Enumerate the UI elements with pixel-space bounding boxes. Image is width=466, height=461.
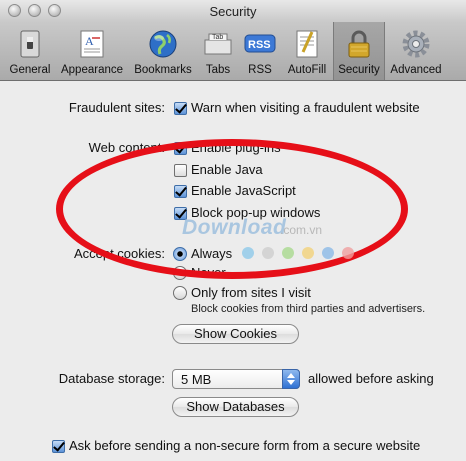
fraudulent-sites-label: Fraudulent sites: [68, 100, 165, 115]
accept-cookies-label: Accept cookies: [73, 246, 165, 261]
preferences-toolbar: General A Appearance Bookmarks Tab Tabs [0, 22, 466, 81]
autofill-icon [296, 30, 318, 58]
watermark-dot [322, 247, 334, 259]
enable-javascript-checkbox[interactable] [174, 185, 187, 198]
watermark-dot [242, 247, 254, 259]
svg-text:Tab: Tab [212, 34, 223, 41]
toolbar-item-tabs[interactable]: Tab Tabs [198, 22, 238, 80]
select-arrows-icon [282, 369, 300, 389]
database-storage-suffix: allowed before asking [308, 371, 434, 386]
svg-text:A: A [85, 34, 94, 48]
cookies-always-label[interactable]: Always [191, 246, 232, 261]
enable-plugins-checkbox[interactable] [174, 142, 187, 155]
show-cookies-button[interactable]: Show Cookies [172, 324, 299, 344]
watermark-text: Download [182, 216, 287, 239]
cookies-visited-only-label[interactable]: Only from sites I visit [191, 285, 311, 300]
enable-plugins-label[interactable]: Enable plug-ins [191, 140, 281, 155]
database-storage-select[interactable]: 5 MB [172, 369, 300, 389]
web-content-label: Web content: [88, 140, 165, 155]
toolbar-item-rss[interactable]: RSS RSS [240, 22, 280, 80]
appearance-font-icon: A [80, 30, 104, 58]
cookies-visited-only-radio[interactable] [173, 286, 187, 300]
fraudulent-warning-label[interactable]: Warn when visiting a fraudulent website [191, 100, 420, 115]
window-title: Security [209, 4, 257, 19]
database-storage-label: Database storage: [58, 371, 165, 386]
show-databases-button[interactable]: Show Databases [172, 397, 299, 417]
cookies-note: Block cookies from third parties and adv… [191, 303, 426, 315]
svg-text:RSS: RSS [248, 39, 271, 51]
watermark-dot [282, 247, 294, 259]
database-storage-value: 5 MB [181, 372, 212, 387]
watermark-dot [342, 247, 354, 259]
nonsecure-form-label[interactable]: Ask before sending a non-secure form fro… [69, 438, 420, 453]
toolbar-item-autofill[interactable]: AutoFill [284, 22, 330, 80]
tabs-icon: Tab [204, 33, 232, 55]
rss-icon: RSS [244, 34, 276, 53]
toolbar-item-general[interactable]: General [4, 22, 56, 80]
watermark-dot [302, 247, 314, 259]
toolbar-item-appearance[interactable]: A Appearance [56, 22, 128, 80]
nonsecure-form-checkbox[interactable] [52, 440, 65, 453]
watermark-dot [262, 247, 274, 259]
cookies-never-label[interactable]: Never [191, 265, 226, 280]
lock-icon [348, 30, 370, 58]
enable-javascript-label[interactable]: Enable JavaScript [191, 183, 296, 198]
fraudulent-warning-checkbox[interactable] [174, 102, 187, 115]
gear-icon [402, 30, 430, 58]
toolbar-item-advanced[interactable]: Advanced [386, 22, 446, 80]
enable-java-checkbox[interactable] [174, 164, 187, 177]
globe-icon [149, 30, 177, 58]
enable-java-label[interactable]: Enable Java [191, 162, 263, 177]
window-titlebar: Security [0, 0, 466, 22]
security-pane: Fraudulent sites: Warn when visiting a f… [0, 81, 466, 461]
watermark-suffix: .com.vn [280, 223, 323, 237]
cookies-always-radio[interactable] [173, 247, 187, 261]
cookies-never-radio[interactable] [173, 266, 187, 280]
toolbar-item-security[interactable]: Security [333, 22, 385, 80]
general-switch-icon [20, 30, 40, 58]
toolbar-item-bookmarks[interactable]: Bookmarks [130, 22, 196, 80]
